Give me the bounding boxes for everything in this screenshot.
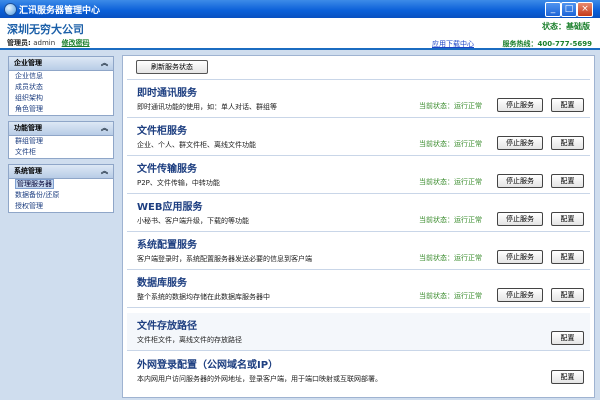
sidebar-item-file-cabinet[interactable]: 文件柜 — [9, 147, 113, 158]
close-icon[interactable]: × — [577, 2, 593, 17]
service-panel: 刷新服务状态 即时通讯服务 即时通讯功能的使用，如：单人对话、群组等 当前状态：… — [122, 55, 595, 398]
stop-service-button[interactable]: 停止服务 — [497, 288, 543, 302]
config-button[interactable]: 配置 — [551, 370, 584, 384]
service-state: 当前状态：运行正常 — [419, 140, 482, 148]
stop-service-button[interactable]: 停止服务 — [497, 174, 543, 188]
sidebar-item-member-status[interactable]: 成员状态 — [9, 82, 113, 93]
stop-service-button[interactable]: 停止服务 — [497, 212, 543, 226]
sidebar-group-title: 系统管理 — [14, 167, 42, 175]
sidebar-item-enterprise-info[interactable]: 企业信息 — [9, 71, 113, 82]
config-button[interactable]: 配置 — [551, 331, 584, 345]
service-desc: 企业、个人、群文件柜、离线文件功能 — [137, 141, 256, 149]
config-button[interactable]: 配置 — [551, 250, 584, 264]
service-row-file-cabinet: 文件柜服务 企业、个人、群文件柜、离线文件功能 当前状态：运行正常 停止服务 配… — [127, 118, 590, 156]
config-button[interactable]: 配置 — [551, 136, 584, 150]
service-desc: 客户端登录时，系统配置服务器发送必要的信息到客户端 — [137, 255, 312, 263]
sidebar-group-header[interactable]: 系统管理 ︽ — [9, 165, 113, 179]
service-name: WEB应用服务 — [137, 202, 203, 213]
sidebar-group-header[interactable]: 企业管理 ︽ — [9, 57, 113, 71]
service-name: 外网登录配置（公网域名或IP） — [137, 360, 279, 371]
maximize-icon[interactable]: □ — [561, 2, 577, 17]
app-globe-icon — [4, 3, 17, 16]
edition-status: 状态：基础版 — [542, 22, 590, 31]
sidebar-group-header[interactable]: 功能管理 ︽ — [9, 122, 113, 136]
window-titlebar: 汇讯服务器管理中心 _ □ × — [0, 0, 600, 18]
stop-service-button[interactable]: 停止服务 — [497, 136, 543, 150]
service-row-file-path: 文件存放路径 文件柜文件，离线文件的存放路径 配置 — [127, 313, 590, 351]
service-state: 当前状态：运行正常 — [419, 292, 482, 300]
admin-label: 管理员: — [7, 39, 31, 47]
minimize-icon[interactable]: _ — [545, 2, 561, 17]
service-name: 数据库服务 — [137, 278, 187, 289]
stop-service-button[interactable]: 停止服务 — [497, 98, 543, 112]
sidebar-item-group-management[interactable]: 群组管理 — [9, 136, 113, 147]
service-row-web: WEB应用服务 小秘书、客户端升级，下载的等功能 当前状态：运行正常 停止服务 … — [127, 194, 590, 232]
collapse-chevron-icon[interactable]: ︽ — [101, 57, 108, 70]
config-button[interactable]: 配置 — [551, 212, 584, 226]
service-row-database: 数据库服务 整个系统的数据均存储在此数据库服务器中 当前状态：运行正常 停止服务… — [127, 270, 590, 308]
admin-name: admin — [33, 39, 56, 47]
service-name: 即时通讯服务 — [137, 88, 197, 99]
sidebar-group-features: 功能管理 ︽ 群组管理 文件柜 — [8, 121, 114, 159]
service-name: 系统配置服务 — [137, 240, 197, 251]
service-name: 文件传输服务 — [137, 164, 197, 175]
sidebar-item-manage-server[interactable]: 管理服务器 — [9, 179, 113, 190]
service-row-external-login: 外网登录配置（公网域名或IP） 本内网用户访问服务器的外网地址，登录客户端，用于… — [127, 352, 590, 389]
service-row-im: 即时通讯服务 即时通讯功能的使用，如：单人对话、群组等 当前状态：运行正常 停止… — [127, 80, 590, 118]
service-name: 文件柜服务 — [137, 126, 187, 137]
sidebar-item-license[interactable]: 授权管理 — [9, 201, 113, 212]
service-desc: 即时通讯功能的使用，如：单人对话、群组等 — [137, 103, 277, 111]
sidebar-group-title: 功能管理 — [14, 124, 42, 132]
stop-service-button[interactable]: 停止服务 — [497, 250, 543, 264]
window-title: 汇讯服务器管理中心 — [19, 6, 101, 16]
service-name: 文件存放路径 — [137, 321, 197, 332]
sidebar-item-label: 管理服务器 — [15, 179, 54, 189]
service-state: 当前状态：运行正常 — [419, 254, 482, 262]
config-button[interactable]: 配置 — [551, 288, 584, 302]
refresh-status-button[interactable]: 刷新服务状态 — [136, 60, 208, 74]
sidebar-group-title: 企业管理 — [14, 59, 42, 67]
sidebar: 企业管理 ︽ 企业信息 成员状态 组织架构 角色管理 功能管理 ︽ 群组管理 文件柜… — [8, 56, 114, 218]
service-desc: 本内网用户访问服务器的外网地址，登录客户端，用于端口映射或互联网部署。 — [137, 375, 382, 383]
collapse-chevron-icon[interactable]: ︽ — [101, 165, 108, 178]
service-row-system-config: 系统配置服务 客户端登录时，系统配置服务器发送必要的信息到客户端 当前状态：运行… — [127, 232, 590, 270]
sidebar-item-backup-restore[interactable]: 数据备份/还原 — [9, 190, 113, 201]
sidebar-group-enterprise: 企业管理 ︽ 企业信息 成员状态 组织架构 角色管理 — [8, 56, 114, 116]
change-password-link[interactable]: 修改密码 — [62, 39, 90, 47]
config-button[interactable]: 配置 — [551, 98, 584, 112]
sidebar-group-system: 系统管理 ︽ 管理服务器 数据备份/还原 授权管理 — [8, 164, 114, 213]
collapse-chevron-icon[interactable]: ︽ — [101, 122, 108, 135]
service-state: 当前状态：运行正常 — [419, 216, 482, 224]
service-desc: P2P、文件传输，中转功能 — [137, 179, 220, 187]
service-desc: 整个系统的数据均存储在此数据库服务器中 — [137, 293, 270, 301]
service-desc: 文件柜文件，离线文件的存放路径 — [137, 336, 242, 344]
sidebar-item-org-structure[interactable]: 组织架构 — [9, 93, 113, 104]
sidebar-item-role-management[interactable]: 角色管理 — [9, 104, 113, 115]
config-button[interactable]: 配置 — [551, 174, 584, 188]
admin-line: 管理员: admin 修改密码 — [7, 38, 90, 48]
service-state: 当前状态：运行正常 — [419, 178, 482, 186]
service-row-file-transfer: 文件传输服务 P2P、文件传输，中转功能 当前状态：运行正常 停止服务 配置 — [127, 156, 590, 194]
service-state: 当前状态：运行正常 — [419, 102, 482, 110]
page-header: 深圳无穷大公司 管理员: admin 修改密码 状态：基础版 应用下载中心 服务… — [0, 18, 600, 50]
company-name: 深圳无穷大公司 — [7, 23, 84, 36]
service-desc: 小秘书、客户端升级，下载的等功能 — [137, 217, 249, 225]
